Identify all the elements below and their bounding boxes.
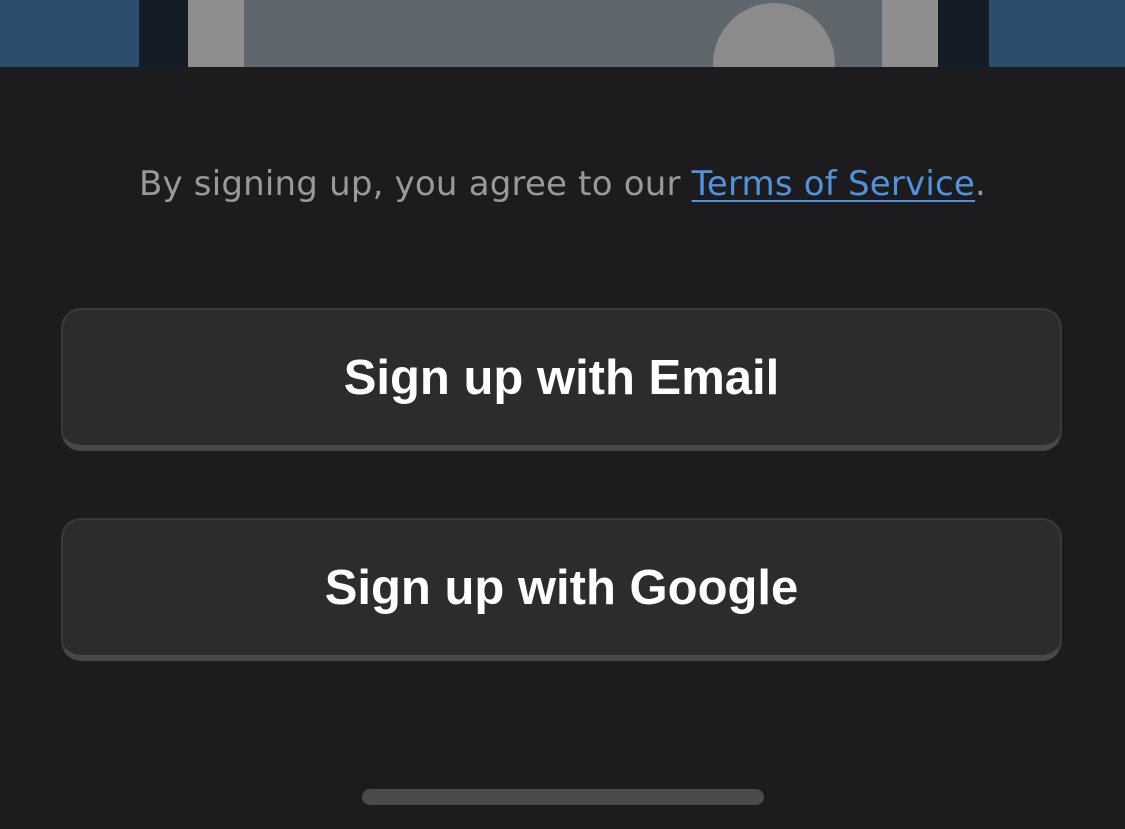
terms-of-service-link[interactable]: Terms of Service	[692, 164, 975, 204]
home-indicator	[362, 789, 764, 805]
avatar-placeholder	[713, 3, 835, 67]
sign-up-email-label: Sign up with Email	[343, 350, 780, 405]
sign-up-email-button[interactable]: Sign up with Email	[61, 308, 1062, 451]
terms-prefix: By signing up, you agree to our	[138, 164, 692, 204]
terms-suffix: .	[975, 164, 987, 204]
terms-notice: By signing up, you agree to our Terms of…	[0, 164, 1125, 204]
hero-shadow-right	[938, 0, 989, 67]
device-screen	[244, 0, 882, 67]
hero-shadow-left	[139, 0, 188, 67]
sign-up-google-button[interactable]: Sign up with Google	[61, 518, 1062, 661]
sign-up-google-label: Sign up with Google	[324, 560, 799, 615]
hero-image	[0, 0, 1125, 67]
